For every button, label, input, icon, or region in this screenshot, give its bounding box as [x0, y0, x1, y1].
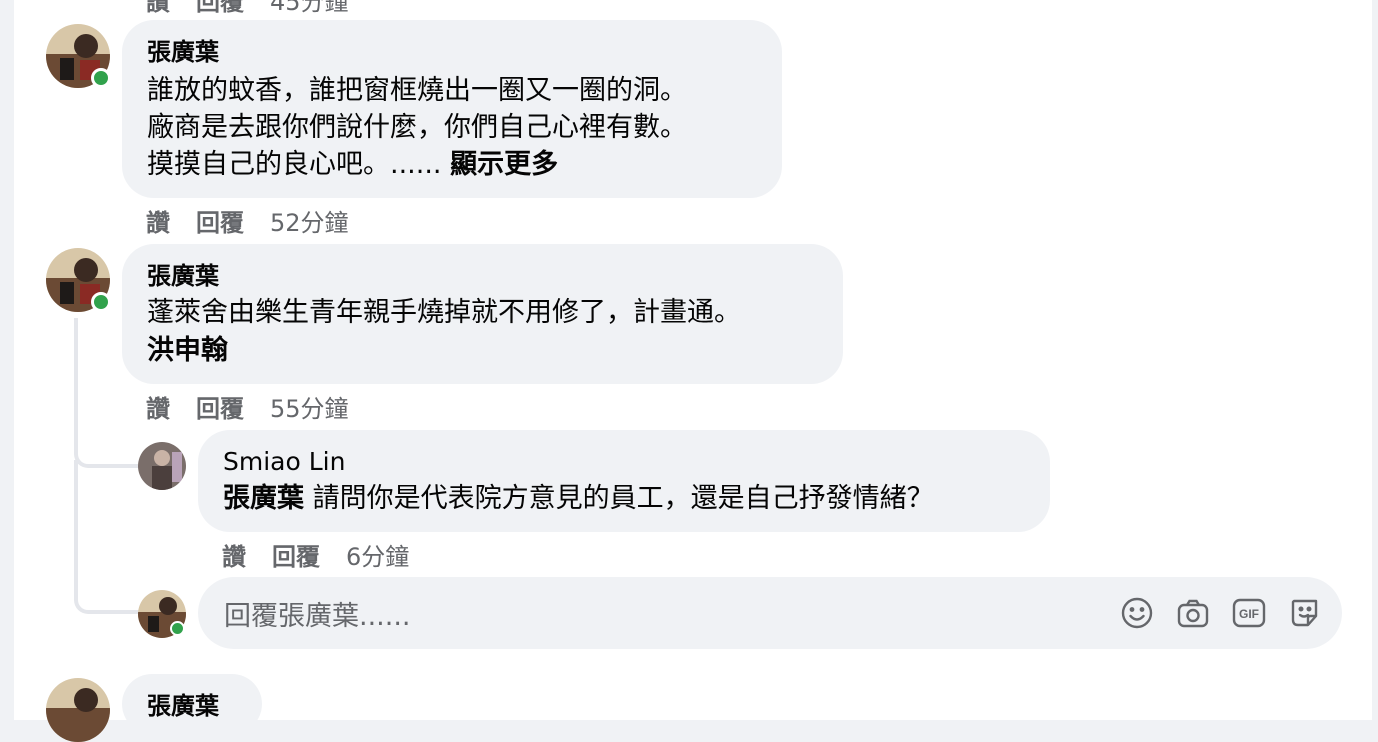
comment-time[interactable]: 55分鐘 — [270, 389, 349, 424]
like-button[interactable]: 讚 — [146, 203, 170, 238]
reply-button[interactable]: 回覆 — [196, 0, 244, 17]
comment-author[interactable]: 張廣葉 — [147, 261, 219, 291]
reply-input[interactable]: 回覆張廣葉...... GIF — [198, 577, 1342, 649]
online-status-indicator — [170, 621, 185, 636]
comment-text-line: 蓬萊舍由樂生青年親手燒掉就不用修了，計畫通。 — [147, 297, 741, 328]
comment-text-line: 誰放的蚊香，誰把窗框燒出一圈又一圈的洞。 — [147, 75, 687, 106]
like-button[interactable]: 讚 — [222, 537, 246, 572]
thread-connector — [74, 460, 140, 614]
sticker-icon[interactable] — [1288, 596, 1322, 630]
avatar[interactable] — [46, 678, 110, 742]
comment-time[interactable]: 45分鐘 — [270, 0, 349, 17]
camera-icon[interactable] — [1176, 596, 1210, 630]
online-status-indicator — [91, 68, 111, 88]
like-button[interactable]: 讚 — [146, 0, 170, 17]
gif-icon[interactable]: GIF — [1232, 596, 1266, 630]
online-status-indicator — [91, 292, 111, 312]
reply-bubble: Smiao Lin 張廣葉 請問你是代表院方意見的員工，還是自己抒發情緒？ — [198, 430, 1050, 532]
comment-text-line: 摸摸自己的良心吧。...... 顯示更多 — [147, 149, 559, 180]
emoji-icon[interactable] — [1120, 596, 1154, 630]
reply-button[interactable]: 回覆 — [272, 537, 320, 572]
see-more-link[interactable]: 顯示更多 — [450, 149, 558, 180]
reply-input-placeholder: 回覆張廣葉...... — [224, 601, 411, 632]
comment-bubble: 張廣葉 蓬萊舍由樂生青年親手燒掉就不用修了，計畫通。 洪申翰 — [122, 244, 843, 384]
reply-actions: 讚回覆 6分鐘 — [222, 537, 409, 572]
comment-actions: 讚回覆 55分鐘 — [146, 389, 349, 424]
comment-text-line: 廠商是去跟你們說什麼，你們自己心裡有數。 — [147, 112, 687, 143]
mention-link[interactable]: 洪申翰 — [147, 332, 228, 369]
reply-author[interactable]: Smiao Lin — [223, 447, 345, 477]
comment-author[interactable]: 張廣葉 — [147, 37, 219, 67]
reply-button[interactable]: 回覆 — [196, 203, 244, 238]
comment-bubble: 張廣葉 — [122, 674, 262, 734]
like-button[interactable]: 讚 — [146, 389, 170, 424]
comment-author[interactable]: 張廣葉 — [147, 691, 219, 721]
comment-actions: 讚回覆 52分鐘 — [146, 203, 349, 238]
comment-actions-partial: 讚 回覆 45分鐘 — [146, 0, 349, 17]
avatar[interactable] — [138, 442, 186, 490]
thread-connector — [74, 318, 140, 468]
svg-text:GIF: GIF — [1239, 607, 1259, 621]
reply-button[interactable]: 回覆 — [196, 389, 244, 424]
mention-link[interactable]: 張廣葉 — [223, 483, 304, 514]
comment-time[interactable]: 52分鐘 — [270, 203, 349, 238]
reply-time[interactable]: 6分鐘 — [346, 537, 409, 572]
comment-bubble: 張廣葉 誰放的蚊香，誰把窗框燒出一圈又一圈的洞。 廠商是去跟你們說什麼，你們自己… — [122, 20, 782, 198]
reply-text: 張廣葉 請問你是代表院方意見的員工，還是自己抒發情緒？ — [223, 483, 934, 514]
